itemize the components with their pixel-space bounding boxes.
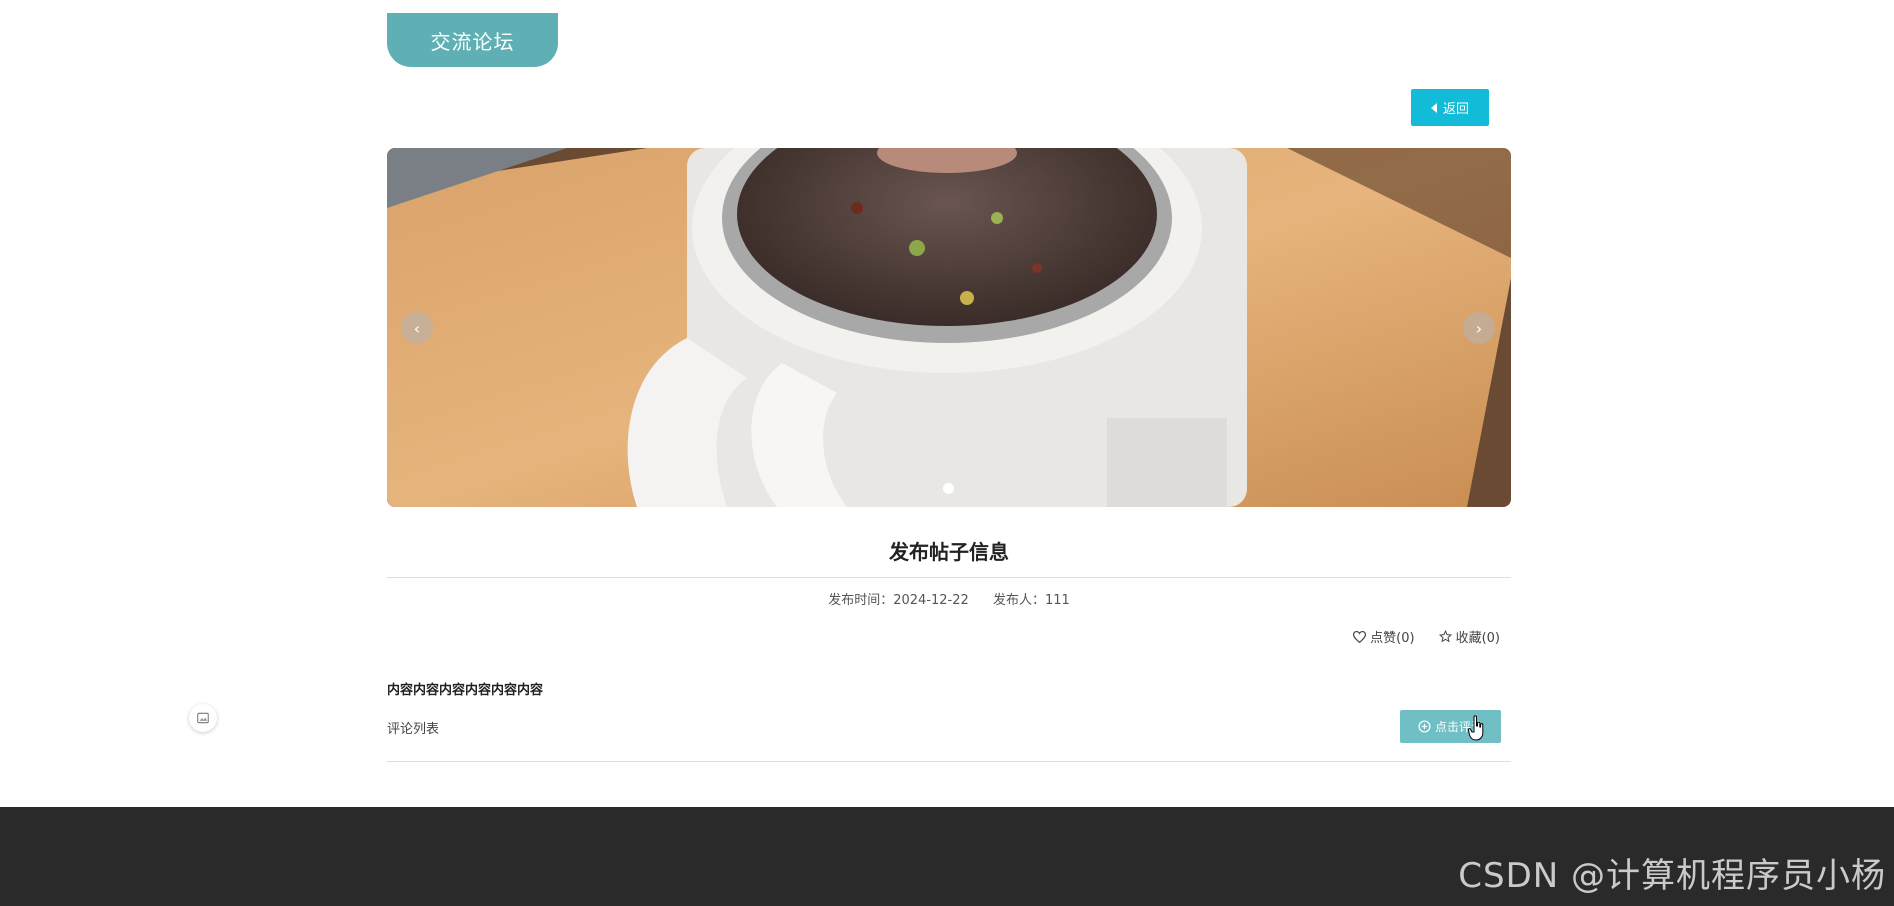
post-content: 内容内容内容内容内容内容 [387,683,544,698]
publisher-label: 发布人： [992,593,1045,608]
watermark: CSDN @计算机程序员小杨 [1458,856,1886,896]
title-divider [387,577,1511,578]
carousel-prev-button[interactable]: ‹ [401,312,433,344]
star-icon [1438,630,1452,643]
forum-tab[interactable]: 交流论坛 [387,13,558,67]
publisher: 发布人：111 [993,593,1070,608]
heart-icon [1353,630,1367,643]
plus-circle-icon [1418,720,1431,733]
comments-divider [387,761,1511,762]
back-button-label: 返回 [1442,101,1469,116]
hand-cursor-icon [1468,715,1484,741]
publish-time-value: 2024-12-22 [893,593,969,608]
image-carousel[interactable] [387,148,1511,507]
page: 交流论坛 返回 ‹ › 发布帖子信息 发布时间：2024-12-22 发布人：1… [0,0,1894,906]
comment-list-label: 评论列表 [387,722,440,737]
publisher-value: 111 [1044,593,1070,608]
post-title: 发布帖子信息 [889,540,1009,564]
caret-left-icon [1430,102,1437,113]
like-button[interactable]: 点赞(0) [1353,627,1415,646]
carousel-next-button[interactable]: › [1463,312,1495,344]
post-actions: 点赞(0) 收藏(0) [1330,627,1500,646]
favorite-button[interactable]: 收藏(0) [1438,627,1500,646]
picture-icon [197,712,209,724]
publish-time-label: 发布时间： [828,593,894,608]
side-float-button[interactable] [189,704,217,732]
publish-time: 发布时间：2024-12-22 [828,593,969,608]
back-button[interactable]: 返回 [1411,89,1489,126]
post-meta: 发布时间：2024-12-22 发布人：111 [387,589,1511,608]
like-label: 点赞(0) [1370,631,1415,646]
carousel-indicator-dot[interactable] [943,483,954,494]
favorite-label: 收藏(0) [1455,631,1500,646]
carousel-slide-image [387,148,1511,507]
